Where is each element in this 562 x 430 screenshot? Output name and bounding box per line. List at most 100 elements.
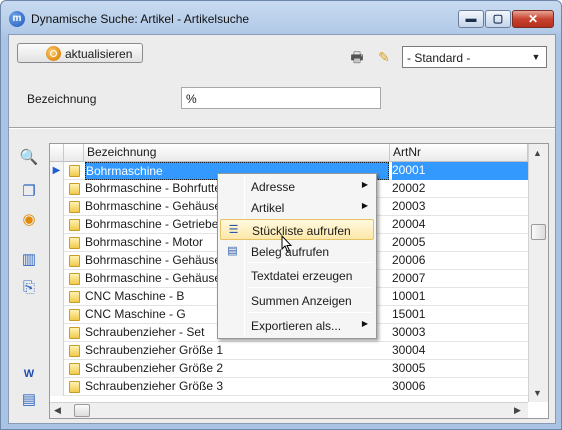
bezeichnung-input[interactable]: % <box>181 87 381 109</box>
refresh-icon <box>46 46 61 61</box>
export-icon[interactable]: ▤ <box>18 389 40 411</box>
row-indicator[interactable] <box>50 252 64 270</box>
row-indicator[interactable] <box>50 378 64 396</box>
folder-icon <box>69 363 80 375</box>
menu-item-label: Summen Anzeigen <box>251 294 352 308</box>
tree-icon: ☰ <box>228 224 239 236</box>
grid-header: Bezeichnung ArtNr <box>50 144 528 162</box>
folder-icon <box>69 345 80 357</box>
row-indicator[interactable] <box>50 216 64 234</box>
cell-artnr[interactable]: 20006 <box>392 252 528 270</box>
cell-artnr[interactable]: 30003 <box>392 324 528 342</box>
menu-item-summen-anzeigen[interactable]: Summen Anzeigen <box>220 290 374 311</box>
folder-icon <box>69 309 80 321</box>
submenu-arrow-icon: ▶ <box>361 319 368 328</box>
folder-icon <box>69 165 80 177</box>
cell-artnr[interactable]: 20005 <box>392 234 528 252</box>
cell-artnr[interactable]: 20007 <box>392 270 528 288</box>
minimize-button[interactable]: ▬ <box>458 10 484 28</box>
menu-item-exportieren-als[interactable]: Exportieren als... ▶ <box>220 315 374 336</box>
cell-artnr[interactable]: 30005 <box>392 360 528 378</box>
row-indicator[interactable] <box>50 198 64 216</box>
close-icon: ✕ <box>527 12 539 26</box>
word-icon[interactable]: W <box>18 363 40 385</box>
context-menu: Adresse ▶ Artikel ▶ ☰ Stückliste aufrufen ▤ Bel… <box>217 173 377 339</box>
submenu-arrow-icon: ▶ <box>361 180 368 189</box>
link-icon[interactable]: ⎘ <box>18 277 40 299</box>
row-indicator[interactable]: ▶ <box>50 162 64 180</box>
submenu-arrow-icon: ▶ <box>361 201 368 210</box>
row-indicator[interactable] <box>50 288 64 306</box>
search-icon[interactable]: 🔍 <box>18 147 40 169</box>
refresh-label: aktualisieren <box>65 47 133 61</box>
cell-artnr[interactable]: 30006 <box>392 378 528 396</box>
row-indicator[interactable] <box>50 324 64 342</box>
row-indicator[interactable] <box>50 234 64 252</box>
cell-artnr[interactable]: 20002 <box>392 180 528 198</box>
menu-item-artikel[interactable]: Artikel ▶ <box>220 197 374 218</box>
cell-bezeichnung[interactable]: Schraubenzieher Größe 3 <box>85 378 389 396</box>
scroll-right-icon[interactable]: ▶ <box>514 405 521 416</box>
panel-divider <box>9 127 555 129</box>
menu-separator <box>248 287 372 288</box>
chart-icon[interactable]: ▥ <box>18 249 40 271</box>
menu-separator <box>248 312 372 313</box>
maximize-button[interactable]: ▢ <box>485 10 511 28</box>
folder-icon <box>69 327 80 339</box>
menu-item-stückliste-aufrufen[interactable]: ☰ Stückliste aufrufen <box>220 219 374 240</box>
row-indicator[interactable] <box>50 270 64 288</box>
vertical-scrollbar[interactable]: ▲ ▼ <box>528 144 548 402</box>
table-row[interactable]: Schraubenzieher Größe 2 30005 <box>50 360 528 378</box>
menu-item-beleg-aufrufen[interactable]: ▤ Beleg aufrufen <box>220 241 374 262</box>
copy-icon[interactable]: ❐ <box>18 181 40 203</box>
app-logo-icon: m <box>9 11 25 27</box>
cell-artnr[interactable]: 15001 <box>392 306 528 324</box>
header-icon-cell <box>64 144 84 162</box>
chevron-down-icon[interactable]: ▼ <box>528 48 544 66</box>
row-indicator[interactable] <box>50 360 64 378</box>
scroll-down-icon[interactable]: ▼ <box>533 388 542 398</box>
column-header-bezeichnung[interactable]: Bezeichnung <box>84 144 390 162</box>
close-button[interactable]: ✕ <box>512 10 554 28</box>
folder-icon <box>69 273 80 285</box>
window-title: Dynamische Suche: Artikel - Artikelsuche <box>31 12 250 26</box>
menu-item-adresse[interactable]: Adresse ▶ <box>220 176 374 197</box>
scroll-left-icon[interactable]: ◀ <box>54 405 61 416</box>
horizontal-scroll-thumb[interactable] <box>74 404 90 417</box>
menu-item-label: Adresse <box>251 180 296 194</box>
row-indicator[interactable] <box>50 180 64 198</box>
cell-bezeichnung[interactable]: Schraubenzieher Größe 2 <box>85 360 389 378</box>
horizontal-scrollbar[interactable]: ◀ ▶ <box>50 402 528 418</box>
menu-item-textdatei-erzeugen[interactable]: Textdatei erzeugen <box>220 265 374 286</box>
menu-item-label: Artikel <box>251 201 285 215</box>
cell-artnr[interactable]: 20004 <box>392 216 528 234</box>
minimize-icon: ▬ <box>465 13 477 25</box>
vertical-scroll-thumb[interactable] <box>531 224 546 240</box>
refresh-icon[interactable]: ◉ <box>18 209 40 231</box>
cell-artnr[interactable]: 10001 <box>392 288 528 306</box>
bezeichnung-label: Bezeichnung <box>27 92 97 106</box>
folder-icon <box>69 381 80 393</box>
table-row[interactable]: Schraubenzieher Größe 1 30004 <box>50 342 528 360</box>
cell-artnr[interactable]: 20003 <box>392 198 528 216</box>
cell-artnr[interactable]: 30004 <box>392 342 528 360</box>
app-window: m Dynamische Suche: Artikel - Artikelsuc… <box>0 0 562 430</box>
menu-item-label: Textdatei erzeugen <box>251 269 353 283</box>
column-header-artnr[interactable]: ArtNr <box>390 144 528 162</box>
row-indicator[interactable] <box>50 306 64 324</box>
printer-icon[interactable]: 🖶 <box>348 49 366 65</box>
cell-bezeichnung[interactable]: Schraubenzieher Größe 1 <box>85 342 389 360</box>
folder-icon <box>69 183 80 195</box>
wand-icon[interactable]: ✎ <box>375 49 393 65</box>
mouse-cursor-icon <box>281 235 293 253</box>
scroll-up-icon[interactable]: ▲ <box>533 148 542 158</box>
preset-dropdown[interactable]: - Standard - ▼ <box>402 46 547 68</box>
table-row[interactable]: Schraubenzieher Größe 3 30006 <box>50 378 528 396</box>
refresh-button[interactable]: aktualisieren <box>17 43 143 63</box>
header-indicator-cell <box>50 144 64 162</box>
row-indicator[interactable] <box>50 342 64 360</box>
folder-icon <box>69 237 80 249</box>
folder-icon <box>69 219 80 231</box>
cell-artnr[interactable]: 20001 <box>392 162 528 180</box>
title-bar[interactable]: m Dynamische Suche: Artikel - Artikelsuc… <box>1 1 561 35</box>
